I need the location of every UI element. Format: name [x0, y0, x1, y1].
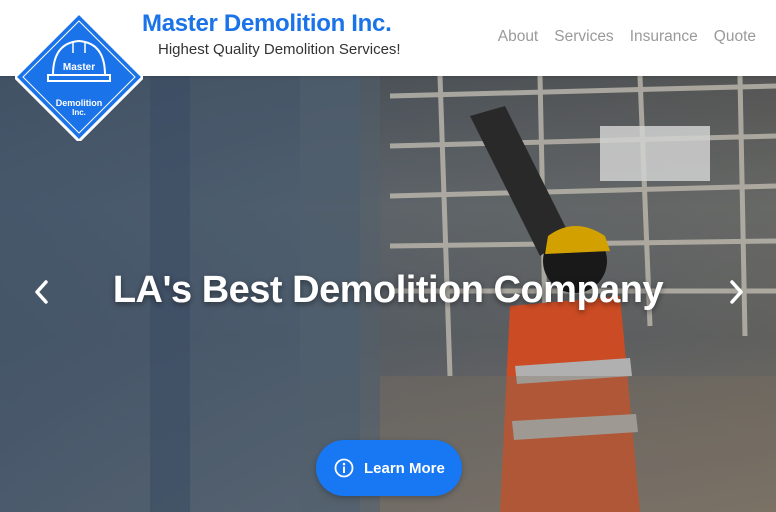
brand-tagline: Highest Quality Demolition Services!	[158, 41, 401, 58]
slider-next-button[interactable]	[724, 279, 748, 305]
nav-quote[interactable]: Quote	[714, 28, 756, 46]
hero-headline: LA's Best Demolition Company	[112, 269, 664, 311]
nav-services[interactable]: Services	[554, 28, 613, 46]
main-nav: About Services Insurance Quote	[498, 28, 756, 46]
nav-insurance[interactable]: Insurance	[630, 28, 698, 46]
logo-text-line1: Master	[63, 62, 95, 73]
logo-text-line2: Demolition	[56, 98, 103, 108]
info-circle-icon	[334, 458, 354, 478]
company-logo[interactable]: Master Demolition Inc.	[15, 13, 143, 141]
logo-text-line3: Inc.	[72, 108, 86, 117]
learn-more-label: Learn More	[364, 459, 445, 477]
learn-more-button[interactable]: Learn More	[316, 440, 462, 496]
nav-about[interactable]: About	[498, 28, 539, 46]
brand-title[interactable]: Master Demolition Inc.	[142, 10, 392, 38]
chevron-right-icon	[730, 280, 743, 304]
hero-slider: LA's Best Demolition Company Learn More	[0, 76, 776, 512]
